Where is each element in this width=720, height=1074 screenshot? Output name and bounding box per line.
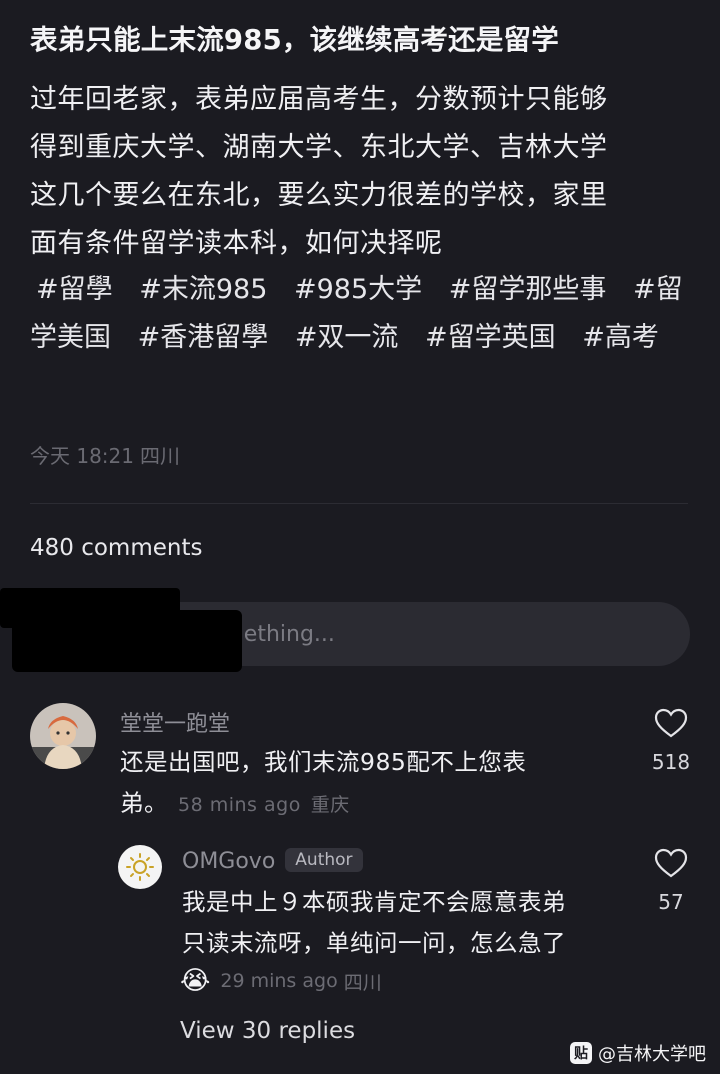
post-body-line: 得到重庆大学、湖南大学、东北大学、吉林大学 bbox=[30, 132, 608, 163]
crying-emoji: 😭 bbox=[180, 966, 211, 996]
post-location: 四川 bbox=[140, 444, 180, 468]
author-badge: Author bbox=[285, 848, 363, 872]
reply-time: 29 mins ago bbox=[220, 970, 338, 992]
reply-text-line: 只读末流呀，单纯问一问，怎么急了 bbox=[182, 929, 566, 957]
post-body-line: 面有条件留学读本科，如何决择呢 bbox=[30, 228, 443, 259]
comment-text: 还是出国吧，我们末流985配不上您表 弟。 58 mins ago 重庆 bbox=[120, 742, 620, 826]
post-body: 过年回老家，表弟应届高考生，分数预计只能够 得到重庆大学、湖南大学、东北大学、吉… bbox=[30, 76, 682, 268]
hashtag[interactable]: #留学那些事 bbox=[449, 274, 607, 305]
hashtag[interactable]: #高考 bbox=[582, 322, 659, 353]
comment-text-line: 还是出国吧，我们末流985配不上您表 bbox=[120, 748, 527, 776]
hashtag[interactable]: #香港留學 bbox=[138, 322, 269, 353]
avatar-image bbox=[30, 703, 96, 769]
like-button[interactable] bbox=[654, 848, 688, 882]
post-body-line: 这几个要么在东北，要么实力很差的学校，家里 bbox=[30, 180, 608, 211]
hashtag[interactable]: #985大学 bbox=[294, 274, 422, 305]
hashtag[interactable]: #双一流 bbox=[295, 322, 399, 353]
hashtag[interactable]: #末流985 bbox=[139, 274, 267, 305]
reply-meta: 😭 29 mins ago 四川 bbox=[180, 966, 382, 996]
like-count: 57 bbox=[658, 890, 684, 914]
redaction-mark bbox=[140, 626, 210, 658]
post-meta: 今天 18:21 四川 bbox=[30, 440, 186, 469]
sun-avatar-icon bbox=[126, 853, 154, 881]
watermark: 贴 @吉林大学吧 bbox=[570, 1040, 706, 1066]
comment-text-line: 弟。 58 mins ago 重庆 bbox=[120, 783, 620, 826]
comment-count: 480 comments bbox=[30, 535, 203, 561]
like-count: 518 bbox=[651, 750, 691, 774]
divider bbox=[30, 503, 688, 504]
hashtag[interactable]: #留學 bbox=[36, 274, 113, 305]
post-title: 表弟只能上末流985，该继续高考还是留学 bbox=[30, 24, 559, 56]
comment-username[interactable]: 堂堂一跑堂 bbox=[120, 706, 230, 738]
reply-text: 我是中上９本硕我肯定不会愿意表弟 只读末流呀，单纯问一问，怎么急了 bbox=[182, 882, 622, 964]
hashtag-list: #留學 #末流985 #985大学 #留学那些事 #留学美国 #香港留學 #双一… bbox=[30, 266, 690, 362]
avatar[interactable] bbox=[118, 845, 162, 889]
view-replies-link[interactable]: View 30 replies bbox=[180, 1018, 355, 1044]
tieba-logo-icon: 贴 bbox=[570, 1042, 592, 1064]
post-date: 今天 18:21 bbox=[30, 444, 134, 468]
avatar[interactable] bbox=[30, 703, 96, 769]
comment-time: 58 mins ago bbox=[178, 794, 301, 816]
comment-text-end: 弟。 bbox=[120, 789, 168, 817]
comment-location: 重庆 bbox=[310, 794, 350, 816]
watermark-text: @吉林大学吧 bbox=[598, 1044, 706, 1065]
hashtag[interactable]: #留学英国 bbox=[425, 322, 556, 353]
reply-location: 四川 bbox=[343, 971, 382, 994]
reply-username[interactable]: OMGovo bbox=[182, 849, 275, 874]
like-button[interactable] bbox=[654, 708, 688, 742]
heart-icon bbox=[654, 848, 688, 878]
post-body-line: 过年回老家，表弟应届高考生，分数预计只能够 bbox=[30, 84, 608, 115]
heart-icon bbox=[654, 708, 688, 738]
reply-text-line: 我是中上９本硕我肯定不会愿意表弟 bbox=[182, 888, 566, 916]
reply-username-row: OMGovo Author bbox=[182, 848, 363, 874]
